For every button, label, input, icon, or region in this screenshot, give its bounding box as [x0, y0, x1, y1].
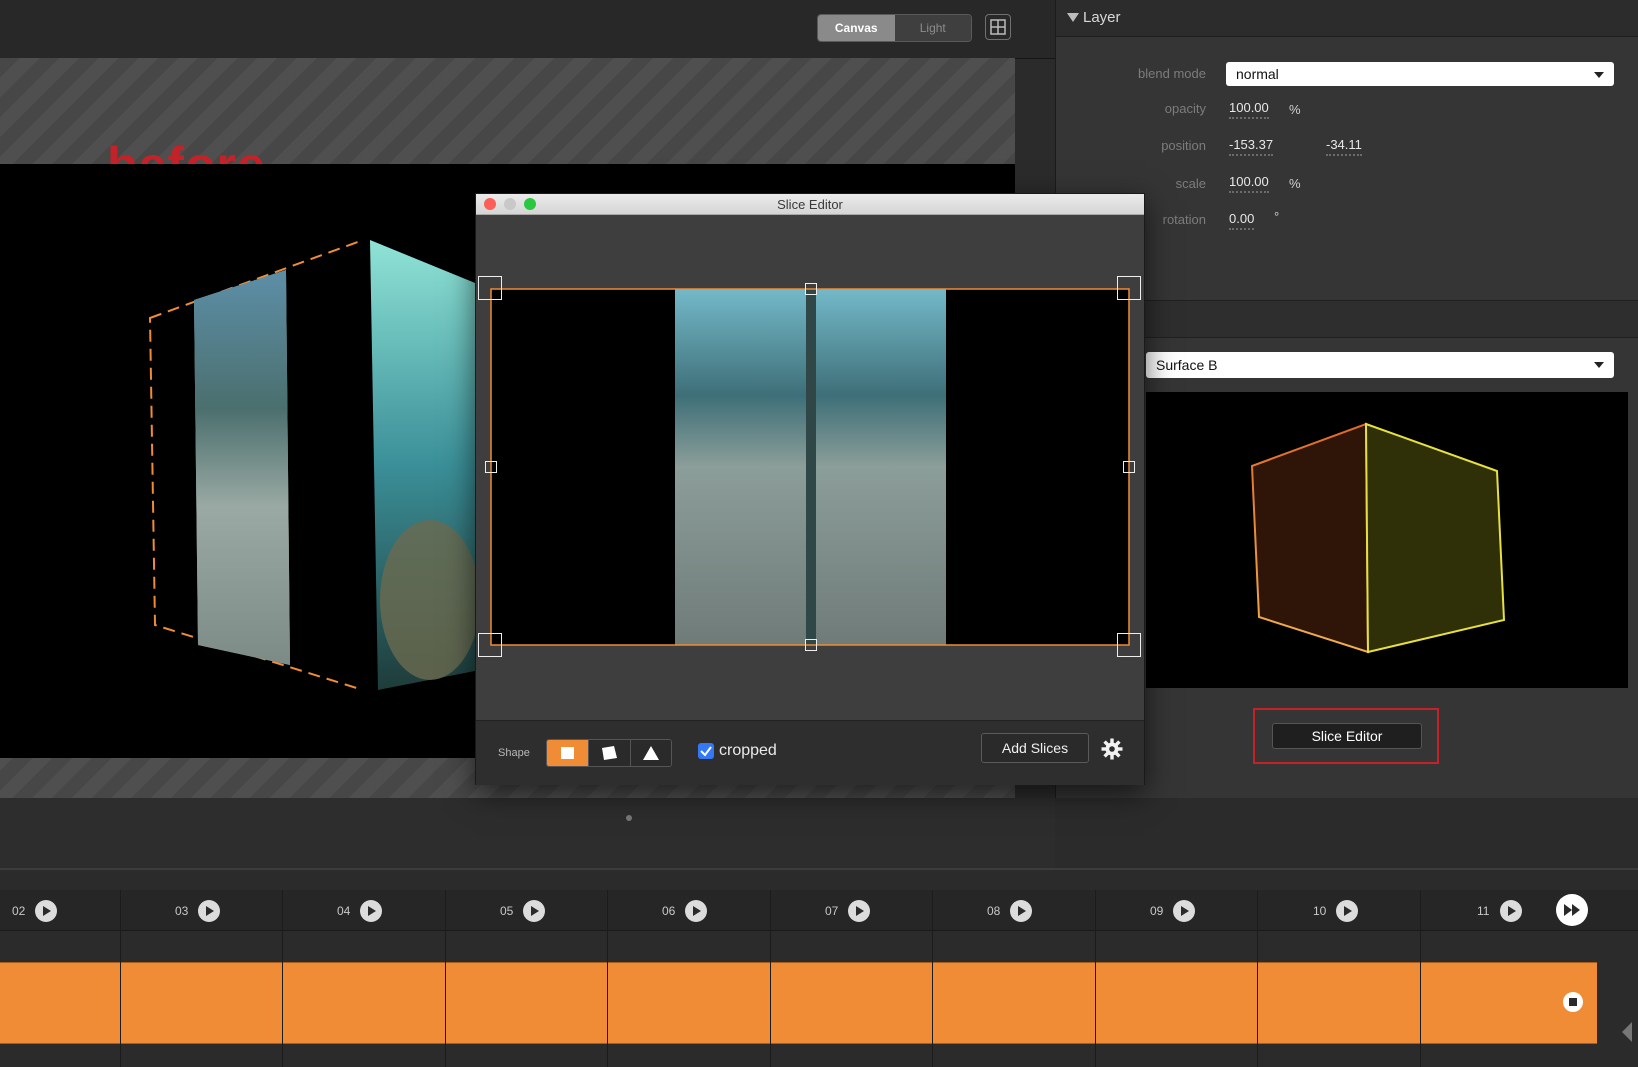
ruler-tick	[607, 890, 608, 1067]
timeline-clip[interactable]	[0, 962, 1597, 1044]
tab-light[interactable]: Light	[894, 15, 971, 41]
slice-editor-canvas[interactable]	[476, 215, 1144, 720]
slice-editor-button-highlight: Slice Editor	[1253, 708, 1439, 764]
play-marker-icon[interactable]	[848, 900, 870, 922]
blend-mode-label: blend mode	[1138, 66, 1206, 81]
edge-handle-left[interactable]	[485, 461, 497, 473]
view-mode-toggle: Canvas Light	[817, 14, 972, 42]
position-y-field[interactable]: -34.11	[1326, 137, 1362, 156]
gear-icon	[1101, 738, 1123, 760]
triangle-shape-icon	[643, 746, 659, 760]
slice-editor-window: Slice Editor Shape cropped Add Slices	[475, 193, 1145, 785]
marker-label: 08	[987, 904, 1001, 918]
shape-selector	[546, 739, 672, 767]
quad-shape-button[interactable]	[589, 740, 631, 766]
play-marker-icon[interactable]	[35, 900, 57, 922]
marker-label: 03	[175, 904, 189, 918]
shape-label: Shape	[498, 747, 530, 759]
marker-label: 02	[12, 904, 26, 918]
ruler-tick	[445, 890, 446, 1067]
corner-handle-top-left[interactable]	[478, 276, 502, 300]
blend-mode-value: normal	[1236, 66, 1279, 82]
rectangle-shape-icon	[561, 747, 574, 759]
checkmark-icon	[700, 746, 712, 757]
surface-value: Surface B	[1156, 357, 1218, 373]
position-x-field[interactable]: -153.37	[1229, 137, 1274, 156]
ruler-tick	[1095, 890, 1096, 1067]
quad-shape-icon	[602, 746, 617, 760]
marker-label: 09	[1150, 904, 1164, 918]
window-titlebar[interactable]: Slice Editor	[476, 194, 1144, 215]
edge-handle-right[interactable]	[1123, 461, 1135, 473]
fast-forward-button[interactable]	[1556, 894, 1588, 926]
opacity-unit: %	[1289, 102, 1301, 117]
chevron-down-icon	[1594, 72, 1604, 78]
cube-face-left[interactable]	[140, 240, 360, 690]
add-slices-button[interactable]: Add Slices	[981, 733, 1089, 763]
timeline-ruler[interactable]	[0, 890, 1638, 931]
opacity-field[interactable]: 100.00	[1229, 100, 1269, 119]
marker-label: 10	[1313, 904, 1327, 918]
rectangle-shape-button[interactable]	[547, 740, 589, 766]
fast-forward-icon	[1564, 904, 1580, 916]
play-marker-icon[interactable]	[198, 900, 220, 922]
timeline: 02 03 04 05 06 07 08 09 10 11	[0, 868, 1638, 1067]
edge-handle-top[interactable]	[805, 283, 817, 295]
ruler-tick	[1420, 890, 1421, 1067]
tab-canvas[interactable]: Canvas	[818, 15, 895, 41]
stop-button[interactable]	[1563, 992, 1583, 1012]
marker-label: 05	[500, 904, 514, 918]
scale-label: scale	[1175, 176, 1206, 191]
layer-section-header[interactable]: Layer	[1056, 0, 1638, 37]
corner-handle-top-right[interactable]	[1117, 276, 1141, 300]
position-label: position	[1161, 138, 1206, 153]
marker-label: 11	[1477, 904, 1490, 918]
scale-field[interactable]: 100.00	[1229, 174, 1269, 193]
corner-handle-bottom-right[interactable]	[1117, 633, 1141, 657]
scale-unit: %	[1289, 176, 1301, 191]
play-marker-icon[interactable]	[1336, 900, 1358, 922]
rotation-field[interactable]: 0.00	[1229, 211, 1255, 230]
canvas-footer	[0, 798, 1055, 868]
play-marker-icon[interactable]	[523, 900, 545, 922]
play-marker-icon[interactable]	[360, 900, 382, 922]
canvas-toolbar: Canvas Light	[0, 0, 1055, 59]
play-marker-icon[interactable]	[1500, 900, 1522, 922]
page-indicator-dot[interactable]	[626, 815, 632, 821]
ruler-tick	[932, 890, 933, 1067]
slice-editor-button[interactable]: Slice Editor	[1272, 723, 1422, 749]
play-marker-icon[interactable]	[685, 900, 707, 922]
cube-face-right[interactable]	[370, 240, 480, 690]
cropped-checkbox[interactable]	[698, 743, 714, 759]
grid-icon	[990, 19, 1006, 35]
surface-preview	[1146, 392, 1628, 688]
opacity-label: opacity	[1164, 101, 1206, 116]
chevron-down-icon	[1594, 362, 1604, 368]
triangle-shape-button[interactable]	[631, 740, 671, 766]
settings-button[interactable]	[1101, 738, 1123, 765]
ruler-tick	[1257, 890, 1258, 1067]
collapse-arrow-icon[interactable]	[1622, 1022, 1632, 1042]
layer-title: Layer	[1083, 9, 1121, 26]
surface-select[interactable]: Surface B	[1146, 352, 1614, 378]
disclosure-triangle-icon[interactable]	[1067, 13, 1079, 22]
cube-wireframe-icon	[1250, 422, 1506, 654]
marker-label: 07	[825, 904, 839, 918]
rotation-unit: °	[1274, 209, 1280, 224]
grid-button[interactable]	[985, 14, 1011, 40]
play-marker-icon[interactable]	[1173, 900, 1195, 922]
cropped-label[interactable]: cropped	[719, 742, 777, 760]
ruler-tick	[120, 890, 121, 1067]
ruler-tick	[770, 890, 771, 1067]
marker-label: 04	[337, 904, 351, 918]
corner-handle-bottom-left[interactable]	[478, 633, 502, 657]
window-title: Slice Editor	[777, 197, 843, 212]
edge-handle-bottom[interactable]	[805, 639, 817, 651]
marker-label: 06	[662, 904, 676, 918]
slice-editor-footer: Shape cropped Add Slices	[476, 720, 1144, 785]
blend-mode-select[interactable]: normal	[1226, 62, 1614, 86]
play-marker-icon[interactable]	[1010, 900, 1032, 922]
ruler-tick	[282, 890, 283, 1067]
